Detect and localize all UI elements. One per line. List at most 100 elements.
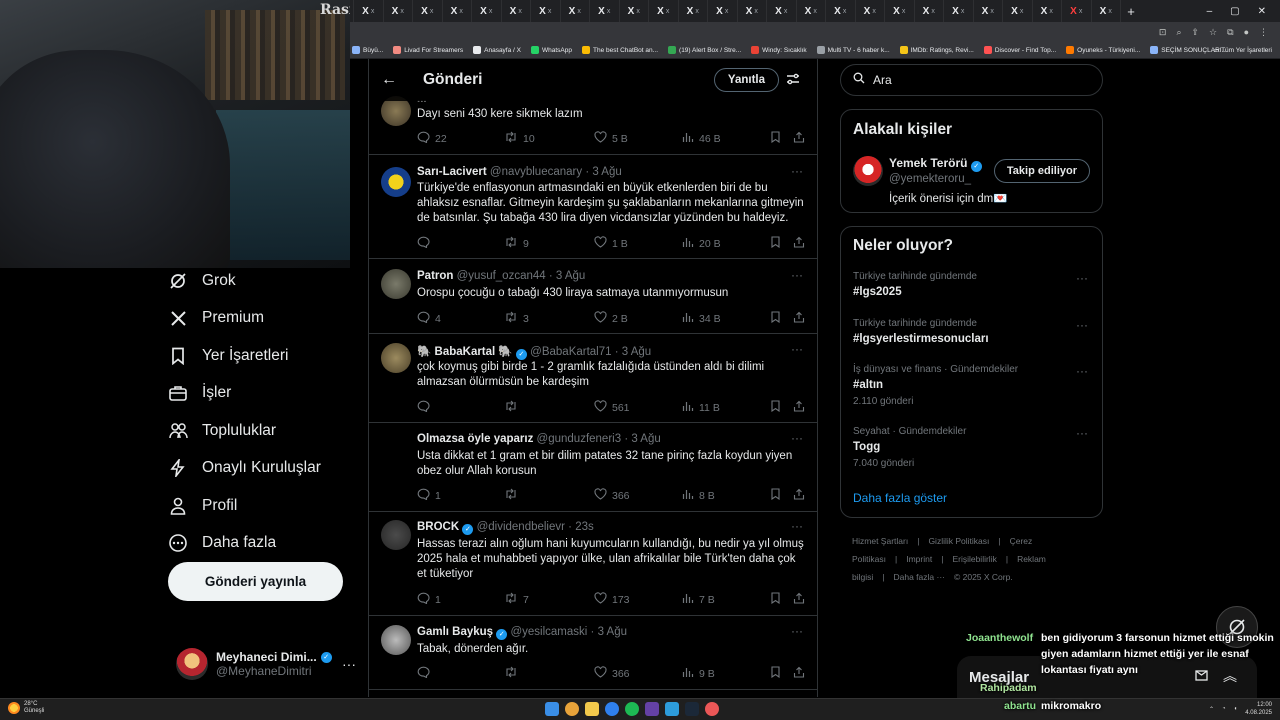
browser-tab[interactable]: Xx xyxy=(1062,0,1092,22)
tab-close-icon[interactable]: x xyxy=(1108,8,1112,15)
tweet-more-icon[interactable]: ··· xyxy=(791,342,803,356)
tab-close-icon[interactable]: x xyxy=(371,8,375,15)
post-button[interactable]: Gönderi yayınla xyxy=(168,562,343,601)
reply-action[interactable]: 22 xyxy=(417,131,447,146)
like-action[interactable]: 173 xyxy=(594,592,630,607)
tweet-more-icon[interactable]: ··· xyxy=(791,268,803,282)
share-page-icon[interactable]: ⇪ xyxy=(1192,27,1200,38)
browser-tab[interactable]: Xx xyxy=(767,0,797,22)
browser-tab[interactable]: Xx xyxy=(531,0,561,22)
nav-item-5[interactable]: Onaylı Kuruluşlar xyxy=(168,450,358,488)
share-action[interactable] xyxy=(793,311,805,326)
like-action[interactable]: 5 B xyxy=(594,131,628,146)
following-button[interactable]: Takip ediliyor xyxy=(993,159,1090,183)
all-bookmarks[interactable]: ▭ Tüm Yer İşaretleri xyxy=(1213,46,1272,54)
tab-close-icon[interactable]: x xyxy=(754,8,758,15)
tweet-more-icon[interactable]: ··· xyxy=(791,624,803,638)
minimize-icon[interactable]: – xyxy=(1207,6,1213,17)
bookmark-item[interactable]: IMDb: Ratings, Revi... xyxy=(899,46,974,54)
search-box[interactable] xyxy=(840,64,1103,96)
browser-tab[interactable]: Xx xyxy=(1003,0,1033,22)
tab-close-icon[interactable]: x xyxy=(784,8,788,15)
views-action[interactable]: 20 B xyxy=(682,236,721,251)
reply-action[interactable] xyxy=(417,400,435,415)
tab-close-icon[interactable]: x xyxy=(813,8,817,15)
footer-link[interactable]: © 2025 X Corp. xyxy=(954,572,1013,582)
tweet-author-name[interactable]: Sarı-Lacivert xyxy=(417,166,487,178)
star-icon[interactable]: ☆ xyxy=(1209,27,1217,38)
nav-item-1[interactable]: Premium xyxy=(168,300,358,338)
zoom-icon[interactable]: ⌕ xyxy=(1176,27,1181,38)
tweet-handle[interactable]: @BabaKartal71 xyxy=(530,346,611,358)
reply-tweet[interactable]: Gamlı Baykuş ✓ @yesilcamaski · 3 Ağu ··· T… xyxy=(369,616,817,690)
nav-item-3[interactable]: İşler xyxy=(168,375,358,413)
tweet-author-name[interactable]: Patron xyxy=(417,270,453,282)
like-action[interactable]: 366 xyxy=(594,666,630,681)
tweet-time[interactable]: · 23s xyxy=(568,521,594,533)
views-action[interactable]: 34 B xyxy=(682,311,721,326)
nav-item-2[interactable]: Yer İşaretleri xyxy=(168,337,358,375)
views-action[interactable]: 9 B xyxy=(682,666,715,681)
teams-icon[interactable] xyxy=(665,702,679,716)
views-action[interactable]: 8 B xyxy=(682,488,715,503)
browser-tab[interactable]: Xx xyxy=(856,0,885,22)
share-action[interactable] xyxy=(793,400,805,415)
reply-tweet[interactable]: 🐘 BabaKartal 🐘 ✓ @BabaKartal71 · 3 Ağu ··… xyxy=(369,334,817,423)
views-action[interactable]: 11 B xyxy=(682,400,720,415)
share-action[interactable] xyxy=(793,488,805,503)
bm-action[interactable] xyxy=(770,311,781,326)
file-explorer-icon[interactable] xyxy=(585,702,599,716)
search-input[interactable] xyxy=(873,73,1073,87)
avatar[interactable] xyxy=(853,156,883,186)
bookmark-item[interactable]: Discover - Find Top... xyxy=(983,46,1056,54)
like-action[interactable]: 1 B xyxy=(594,236,628,251)
avatar[interactable] xyxy=(381,520,411,550)
browser-tab[interactable]: Xx xyxy=(502,0,531,22)
tweet-author-name[interactable]: Olmazsa öyle yaparız xyxy=(417,433,533,445)
back-arrow-icon[interactable]: ← xyxy=(369,71,409,89)
browser-tab[interactable]: Xx xyxy=(561,0,590,22)
footer-link[interactable]: Imprint xyxy=(906,554,932,564)
browser-tab[interactable]: Xx xyxy=(649,0,679,22)
tab-close-icon[interactable]: x xyxy=(666,8,670,15)
bookmark-item[interactable]: Multi TV - 6 haber k... xyxy=(816,46,890,54)
browser-tab[interactable]: Xx xyxy=(443,0,472,22)
rt-action[interactable]: 9 xyxy=(504,236,529,251)
browser-tab[interactable]: Xx xyxy=(590,0,620,22)
views-action[interactable]: 7 B xyxy=(682,592,715,607)
tab-close-icon[interactable]: x xyxy=(1049,8,1053,15)
browser-tab[interactable]: Xx xyxy=(413,0,443,22)
windows-start-icon[interactable] xyxy=(545,702,559,716)
tab-close-icon[interactable]: x xyxy=(1079,8,1083,15)
browser-tab[interactable]: Xx xyxy=(620,0,649,22)
bm-action[interactable] xyxy=(770,592,781,607)
bookmark-item[interactable]: Anasayfa / X xyxy=(473,46,521,54)
reply-tweet[interactable]: BROCK ✓ @dividendbelievr · 23s ··· Hassas … xyxy=(369,512,817,616)
rt-action[interactable]: 3 xyxy=(504,311,529,326)
tweet-time[interactable]: · 3 Ağu xyxy=(585,166,621,178)
browser-tab[interactable]: Xx xyxy=(354,0,384,22)
menu-icon[interactable]: ⋮ xyxy=(1259,27,1268,38)
footer-link[interactable]: Hizmet Şartları xyxy=(852,536,908,546)
browser-tab[interactable]: Xx xyxy=(915,0,944,22)
browser-tab[interactable]: Xx xyxy=(1033,0,1062,22)
bookmark-item[interactable]: Büyü... xyxy=(352,46,383,54)
trend-item[interactable]: Türkiye tarihinde gündemde #lgs2025 ··· xyxy=(853,271,1090,298)
tweet-handle[interactable]: @yesilcamaski xyxy=(510,626,587,638)
reply-tweet[interactable]: Patron @yusuf_ozcan44 · 3 Ağu ··· Orospu ç… xyxy=(369,259,817,334)
share-action[interactable] xyxy=(793,666,805,681)
avatar[interactable] xyxy=(381,167,411,197)
nav-item-7[interactable]: Daha fazla xyxy=(168,525,358,563)
tweet-author-name[interactable]: BROCK xyxy=(417,521,459,533)
footer-link[interactable]: Gizlilik Politikası xyxy=(928,536,989,546)
views-action[interactable]: 46 B xyxy=(682,131,721,146)
clock[interactable]: 12:00 4.08.2025 xyxy=(1245,701,1272,717)
reply-action[interactable]: 1 xyxy=(417,592,441,607)
footer-link[interactable]: Erişilebilirlik xyxy=(952,554,996,564)
related-name[interactable]: Yemek Terörü xyxy=(889,156,967,170)
rt-action[interactable]: 10 xyxy=(504,131,535,146)
bm-action[interactable] xyxy=(770,400,781,415)
tab-close-icon[interactable]: x xyxy=(1020,8,1024,15)
rt-action[interactable] xyxy=(504,400,523,415)
like-action[interactable]: 561 xyxy=(594,400,630,415)
